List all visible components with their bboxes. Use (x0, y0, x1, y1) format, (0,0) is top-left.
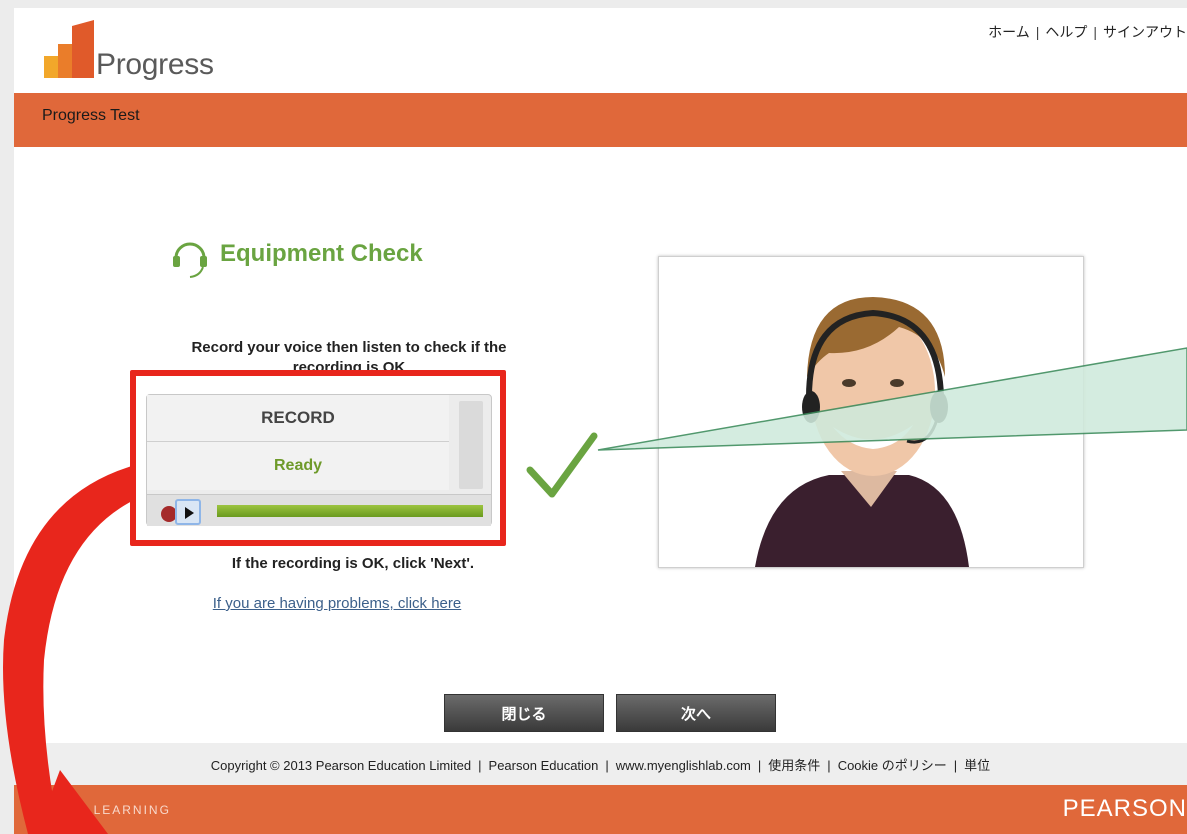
title-bar: Progress Test (14, 93, 1187, 147)
highlight-box (130, 370, 506, 546)
footer-link-myenglishlab[interactable]: www.myenglishlab.com (616, 758, 751, 773)
footer-link-units[interactable]: 単位 (964, 758, 990, 773)
sign-out-link[interactable]: サインアウト (1103, 24, 1187, 40)
help-link[interactable]: ヘルプ (1045, 24, 1087, 40)
person-photo (658, 256, 1084, 568)
footer-link-terms[interactable]: 使用条件 (768, 758, 820, 773)
equipment-check-title: Equipment Check (220, 240, 423, 267)
always-learning-text: ALW YS LEARNING (32, 803, 171, 817)
footer-links: Copyright © 2013 Pearson Education Limit… (14, 743, 1187, 785)
problems-link[interactable]: If you are having problems, click here (182, 595, 492, 612)
brand-footer: ALW YS LEARNING PEARSON (14, 785, 1187, 834)
next-button[interactable]: 次へ (616, 694, 776, 732)
top-nav: ホーム | ヘルプ | サインアウト (988, 22, 1187, 42)
footer-link-pearson-education[interactable]: Pearson Education (489, 758, 599, 773)
close-button[interactable]: 閉じる (444, 694, 604, 732)
ok-note: If the recording is OK, click 'Next'. (231, 555, 475, 572)
footer-separator: | (827, 758, 831, 773)
pearson-brand: PEARSON (1062, 795, 1187, 822)
footer-text: Copyright © 2013 Pearson Education Limit… (14, 755, 1187, 774)
page-title: Progress Test (42, 107, 140, 124)
footer-separator: | (953, 758, 958, 773)
page: Progress ホーム | ヘルプ | サインアウト Progress Test Eq… (14, 8, 1187, 834)
copyright-text: Copyright © 2013 Pearson Education Limit… (210, 758, 472, 773)
progress-logo-icon (44, 20, 94, 78)
person-with-headset-image (755, 297, 969, 567)
footer-separator: | (757, 758, 762, 773)
headset-icon (173, 242, 207, 278)
logo-text: Progress (96, 48, 214, 81)
home-link[interactable]: ホーム (988, 24, 1030, 40)
footer-link-cookie-policy[interactable]: Cookie のポリシー (838, 758, 947, 773)
footer-separator: | (478, 758, 482, 773)
record-instruction: Record your voice then listen to check i… (191, 339, 507, 374)
nav-separator: | (1093, 24, 1097, 40)
nav-separator: | (1035, 24, 1040, 40)
footer-separator: | (605, 758, 609, 773)
